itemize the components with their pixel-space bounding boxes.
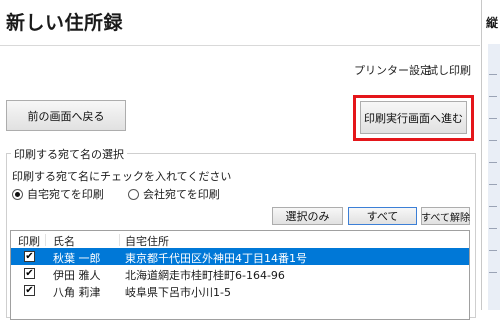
row-address: 岐阜県下呂市小川1-5 bbox=[125, 286, 231, 299]
header-print[interactable]: 印刷 bbox=[18, 233, 40, 249]
select-only-button[interactable]: 選択のみ bbox=[272, 207, 343, 225]
header-divider bbox=[119, 234, 120, 246]
row-address: 北海道網走市桂町桂町6-164-96 bbox=[125, 269, 285, 282]
preview-mark bbox=[489, 118, 497, 119]
header-address[interactable]: 自宅住所 bbox=[125, 233, 169, 249]
radio-home-label: 自宅宛てを印刷 bbox=[27, 188, 104, 201]
orientation-label: 縦 bbox=[486, 16, 499, 30]
address-list[interactable]: 印刷 氏名 自宅住所 ✔ 秋葉 一郎 東京都千代田区外神田4丁目14番1号 ✔ … bbox=[10, 230, 470, 320]
title-divider bbox=[0, 45, 480, 46]
header-divider bbox=[45, 234, 46, 246]
checkbox[interactable]: ✔ bbox=[24, 251, 35, 262]
list-row[interactable]: ✔ 伊田 雅人 北海道網走市桂町桂町6-164-96 bbox=[11, 265, 469, 282]
preview-mark bbox=[489, 272, 497, 273]
preview-strip bbox=[488, 44, 500, 310]
row-name: 伊田 雅人 bbox=[53, 269, 101, 282]
list-header: 印刷 氏名 自宅住所 bbox=[11, 231, 469, 248]
preview-mark bbox=[489, 140, 497, 141]
radio-company-label: 会社宛てを印刷 bbox=[143, 188, 220, 201]
header-name[interactable]: 氏名 bbox=[53, 233, 75, 249]
preview-mark bbox=[489, 228, 497, 229]
list-row[interactable]: ✔ 八角 莉津 岐阜県下呂市小川1-5 bbox=[11, 282, 469, 299]
row-name: 八角 莉津 bbox=[53, 286, 101, 299]
checkbox[interactable]: ✔ bbox=[24, 268, 35, 279]
window-title: 新しい住所録 bbox=[6, 12, 124, 34]
list-row[interactable]: ✔ 秋葉 一郎 東京都千代田区外神田4丁目14番1号 bbox=[11, 248, 469, 265]
radio-home-address[interactable]: 自宅宛てを印刷 bbox=[12, 186, 104, 202]
proceed-to-print-button[interactable]: 印刷実行画面へ進む bbox=[360, 101, 467, 134]
radio-selected-icon bbox=[12, 188, 23, 200]
back-button[interactable]: 前の画面へ戻る bbox=[6, 100, 126, 131]
preview-mark bbox=[489, 74, 497, 75]
row-name: 秋葉 一郎 bbox=[53, 252, 101, 265]
preview-mark bbox=[489, 206, 497, 207]
radio-unselected-icon bbox=[128, 188, 139, 200]
preview-mark bbox=[489, 96, 497, 97]
group-legend: 印刷する宛て名の選択 bbox=[11, 146, 127, 162]
instruction-text: 印刷する宛て名にチェックを入れてください bbox=[12, 170, 232, 183]
preview-mark bbox=[489, 184, 497, 185]
clear-all-button[interactable]: すべて解除 bbox=[421, 207, 470, 225]
row-address: 東京都千代田区外神田4丁目14番1号 bbox=[125, 252, 307, 265]
checkbox[interactable]: ✔ bbox=[24, 285, 35, 296]
preview-mark bbox=[489, 250, 497, 251]
radio-company-address[interactable]: 会社宛てを印刷 bbox=[128, 186, 220, 202]
select-all-button[interactable]: すべて bbox=[348, 207, 417, 225]
test-print-link[interactable]: 試し印刷 bbox=[427, 62, 471, 78]
printer-settings-link[interactable]: プリンター設定 bbox=[354, 62, 431, 78]
preview-mark bbox=[489, 162, 497, 163]
